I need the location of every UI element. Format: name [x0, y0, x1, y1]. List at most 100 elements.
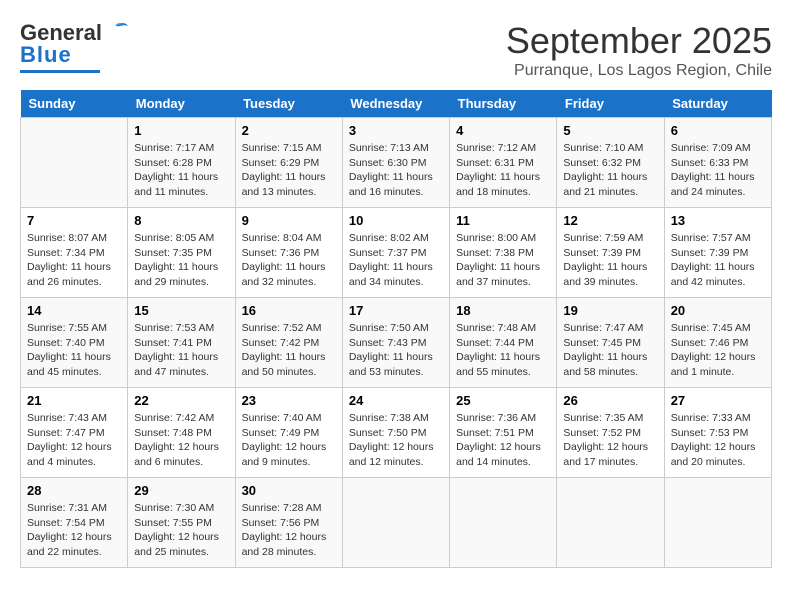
calendar-cell: 14 Sunrise: 7:55 AM Sunset: 7:40 PM Dayli…: [21, 298, 128, 388]
day-info: Sunrise: 7:31 AM Sunset: 7:54 PM Dayligh…: [27, 501, 121, 560]
day-of-week-header: Tuesday: [235, 90, 342, 118]
day-number: 2: [242, 123, 336, 138]
day-number: 16: [242, 303, 336, 318]
day-info: Sunrise: 7:47 AM Sunset: 7:45 PM Dayligh…: [563, 321, 657, 380]
day-of-week-header: Monday: [128, 90, 235, 118]
calendar-cell: 7 Sunrise: 8:07 AM Sunset: 7:34 PM Daylig…: [21, 208, 128, 298]
calendar-cell: 13 Sunrise: 7:57 AM Sunset: 7:39 PM Dayli…: [664, 208, 771, 298]
calendar-cell: 2 Sunrise: 7:15 AM Sunset: 6:29 PM Daylig…: [235, 118, 342, 208]
day-info: Sunrise: 7:36 AM Sunset: 7:51 PM Dayligh…: [456, 411, 550, 470]
day-info: Sunrise: 7:59 AM Sunset: 7:39 PM Dayligh…: [563, 231, 657, 290]
day-of-week-header: Thursday: [450, 90, 557, 118]
day-number: 6: [671, 123, 765, 138]
day-info: Sunrise: 7:15 AM Sunset: 6:29 PM Dayligh…: [242, 141, 336, 200]
calendar-week-row: 1Sunrise: 7:17 AM Sunset: 6:28 PM Daylig…: [21, 118, 772, 208]
day-number: 20: [671, 303, 765, 318]
day-number: 17: [349, 303, 443, 318]
calendar-cell: 1Sunrise: 7:17 AM Sunset: 6:28 PM Daylig…: [128, 118, 235, 208]
day-info: Sunrise: 8:07 AM Sunset: 7:34 PM Dayligh…: [27, 231, 121, 290]
calendar-week-row: 7 Sunrise: 8:07 AM Sunset: 7:34 PM Daylig…: [21, 208, 772, 298]
calendar-cell: 3Sunrise: 7:13 AM Sunset: 6:30 PM Daylig…: [342, 118, 449, 208]
calendar-table: SundayMondayTuesdayWednesdayThursdayFrid…: [20, 90, 772, 568]
logo-blue-text: Blue: [20, 42, 72, 68]
day-info: Sunrise: 7:33 AM Sunset: 7:53 PM Dayligh…: [671, 411, 765, 470]
day-of-week-header: Sunday: [21, 90, 128, 118]
calendar-cell: 22 Sunrise: 7:42 AM Sunset: 7:48 PM Dayli…: [128, 388, 235, 478]
day-number: 15: [134, 303, 228, 318]
calendar-cell: [664, 478, 771, 568]
page-header: General Blue September 2025 Purranque, L…: [20, 20, 772, 80]
day-info: Sunrise: 7:17 AM Sunset: 6:28 PM Dayligh…: [134, 141, 228, 200]
calendar-cell: 9Sunrise: 8:04 AM Sunset: 7:36 PM Daylig…: [235, 208, 342, 298]
calendar-cell: 11 Sunrise: 8:00 AM Sunset: 7:38 PM Dayli…: [450, 208, 557, 298]
day-of-week-header: Wednesday: [342, 90, 449, 118]
day-number: 14: [27, 303, 121, 318]
day-info: Sunrise: 7:53 AM Sunset: 7:41 PM Dayligh…: [134, 321, 228, 380]
calendar-cell: [557, 478, 664, 568]
day-info: Sunrise: 7:55 AM Sunset: 7:40 PM Dayligh…: [27, 321, 121, 380]
calendar-week-row: 14 Sunrise: 7:55 AM Sunset: 7:40 PM Dayli…: [21, 298, 772, 388]
day-info: Sunrise: 7:43 AM Sunset: 7:47 PM Dayligh…: [27, 411, 121, 470]
calendar-cell: [21, 118, 128, 208]
calendar-body: 1Sunrise: 7:17 AM Sunset: 6:28 PM Daylig…: [21, 118, 772, 568]
day-number: 24: [349, 393, 443, 408]
calendar-cell: 28 Sunrise: 7:31 AM Sunset: 7:54 PM Dayli…: [21, 478, 128, 568]
day-number: 23: [242, 393, 336, 408]
calendar-cell: 15 Sunrise: 7:53 AM Sunset: 7:41 PM Dayli…: [128, 298, 235, 388]
day-info: Sunrise: 7:40 AM Sunset: 7:49 PM Dayligh…: [242, 411, 336, 470]
day-info: Sunrise: 7:30 AM Sunset: 7:55 PM Dayligh…: [134, 501, 228, 560]
day-of-week-header: Saturday: [664, 90, 771, 118]
calendar-week-row: 21 Sunrise: 7:43 AM Sunset: 7:47 PM Dayli…: [21, 388, 772, 478]
day-number: 25: [456, 393, 550, 408]
day-info: Sunrise: 8:00 AM Sunset: 7:38 PM Dayligh…: [456, 231, 550, 290]
day-info: Sunrise: 7:12 AM Sunset: 6:31 PM Dayligh…: [456, 141, 550, 200]
calendar-cell: 27 Sunrise: 7:33 AM Sunset: 7:53 PM Dayli…: [664, 388, 771, 478]
day-number: 22: [134, 393, 228, 408]
day-info: Sunrise: 7:38 AM Sunset: 7:50 PM Dayligh…: [349, 411, 443, 470]
calendar-cell: 16 Sunrise: 7:52 AM Sunset: 7:42 PM Dayli…: [235, 298, 342, 388]
calendar-week-row: 28 Sunrise: 7:31 AM Sunset: 7:54 PM Dayli…: [21, 478, 772, 568]
calendar-cell: 25 Sunrise: 7:36 AM Sunset: 7:51 PM Dayli…: [450, 388, 557, 478]
calendar-cell: 17 Sunrise: 7:50 AM Sunset: 7:43 PM Dayli…: [342, 298, 449, 388]
day-number: 19: [563, 303, 657, 318]
calendar-cell: 21 Sunrise: 7:43 AM Sunset: 7:47 PM Dayli…: [21, 388, 128, 478]
day-info: Sunrise: 8:05 AM Sunset: 7:35 PM Dayligh…: [134, 231, 228, 290]
day-info: Sunrise: 7:50 AM Sunset: 7:43 PM Dayligh…: [349, 321, 443, 380]
month-title: September 2025: [506, 20, 772, 62]
day-info: Sunrise: 7:48 AM Sunset: 7:44 PM Dayligh…: [456, 321, 550, 380]
day-number: 11: [456, 213, 550, 228]
day-number: 26: [563, 393, 657, 408]
logo: General Blue: [20, 20, 130, 73]
day-info: Sunrise: 7:57 AM Sunset: 7:39 PM Dayligh…: [671, 231, 765, 290]
day-number: 18: [456, 303, 550, 318]
calendar-cell: 26Sunrise: 7:35 AM Sunset: 7:52 PM Dayli…: [557, 388, 664, 478]
day-info: Sunrise: 8:02 AM Sunset: 7:37 PM Dayligh…: [349, 231, 443, 290]
day-number: 13: [671, 213, 765, 228]
calendar-cell: 6 Sunrise: 7:09 AM Sunset: 6:33 PM Daylig…: [664, 118, 771, 208]
calendar-cell: 10 Sunrise: 8:02 AM Sunset: 7:37 PM Dayli…: [342, 208, 449, 298]
calendar-cell: 30Sunrise: 7:28 AM Sunset: 7:56 PM Dayli…: [235, 478, 342, 568]
day-number: 7: [27, 213, 121, 228]
calendar-cell: 19 Sunrise: 7:47 AM Sunset: 7:45 PM Dayli…: [557, 298, 664, 388]
calendar-cell: 4 Sunrise: 7:12 AM Sunset: 6:31 PM Daylig…: [450, 118, 557, 208]
calendar-cell: 23 Sunrise: 7:40 AM Sunset: 7:49 PM Dayli…: [235, 388, 342, 478]
calendar-cell: 8Sunrise: 8:05 AM Sunset: 7:35 PM Daylig…: [128, 208, 235, 298]
day-number: 29: [134, 483, 228, 498]
calendar-cell: 5Sunrise: 7:10 AM Sunset: 6:32 PM Daylig…: [557, 118, 664, 208]
day-number: 12: [563, 213, 657, 228]
day-of-week-header: Friday: [557, 90, 664, 118]
logo-underline: [20, 70, 100, 73]
day-number: 28: [27, 483, 121, 498]
day-number: 10: [349, 213, 443, 228]
day-info: Sunrise: 7:45 AM Sunset: 7:46 PM Dayligh…: [671, 321, 765, 380]
day-number: 9: [242, 213, 336, 228]
day-info: Sunrise: 7:42 AM Sunset: 7:48 PM Dayligh…: [134, 411, 228, 470]
day-number: 21: [27, 393, 121, 408]
location-subtitle: Purranque, Los Lagos Region, Chile: [506, 62, 772, 80]
title-area: September 2025 Purranque, Los Lagos Regi…: [506, 20, 772, 80]
day-number: 27: [671, 393, 765, 408]
day-info: Sunrise: 7:28 AM Sunset: 7:56 PM Dayligh…: [242, 501, 336, 560]
day-number: 4: [456, 123, 550, 138]
day-info: Sunrise: 7:52 AM Sunset: 7:42 PM Dayligh…: [242, 321, 336, 380]
day-info: Sunrise: 7:09 AM Sunset: 6:33 PM Dayligh…: [671, 141, 765, 200]
